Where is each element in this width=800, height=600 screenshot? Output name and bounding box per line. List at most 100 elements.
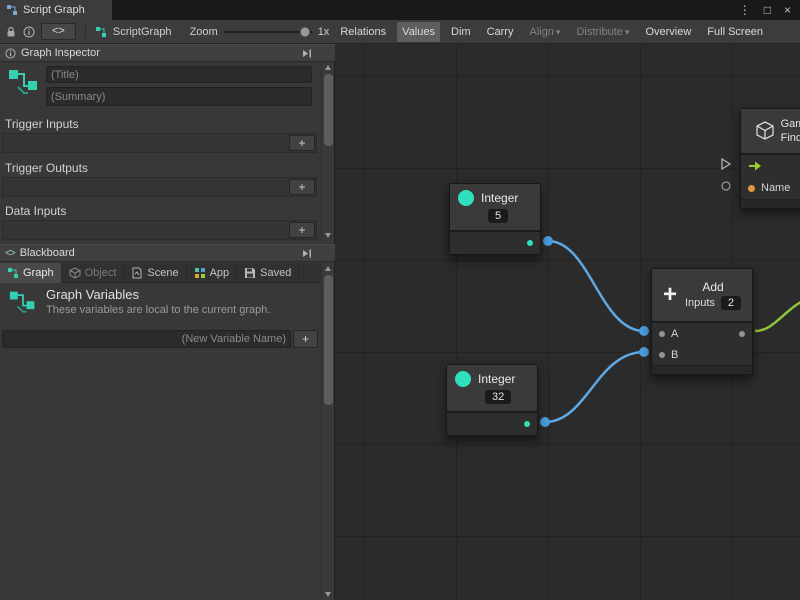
inspector-scrollbar[interactable] (321, 62, 334, 241)
graph-variables-icon (8, 289, 38, 317)
integer-literal-icon (455, 371, 471, 387)
tab-app[interactable]: App (187, 263, 238, 283)
node-add[interactable]: + Add Inputs 2 A B (651, 268, 753, 375)
close-icon[interactable]: × (784, 0, 791, 20)
zoom-slider-track[interactable] (224, 31, 312, 33)
script-graph-tab-icon (6, 4, 18, 16)
tab-scene[interactable]: Scene (124, 263, 186, 283)
wire-integer1-to-add-a[interactable] (548, 241, 644, 331)
node-title: Find (781, 132, 800, 144)
node-integer-2[interactable]: Integer 32 (446, 364, 538, 436)
port-dot-add-input-a[interactable] (639, 326, 649, 336)
add-variable-button[interactable]: + (293, 330, 318, 348)
left-sidebar: Graph Inspector Trigger Inputs + Trigger… (0, 44, 335, 600)
input-port-a-dot[interactable] (659, 331, 665, 337)
inspector-scrollbar-thumb[interactable] (324, 74, 333, 146)
graph-tab-icon (7, 267, 19, 279)
graph-title-input[interactable] (46, 66, 312, 83)
port-b-label: B (671, 349, 678, 361)
port-dot-integer2-output[interactable] (540, 417, 550, 427)
blackboard-header[interactable]: <> Blackboard (0, 244, 335, 262)
add-inputs-label: Inputs (685, 297, 715, 309)
window-menu-icon[interactable]: ⋮ (739, 0, 751, 20)
name-input-port-dot[interactable] (748, 185, 755, 192)
graph-canvas[interactable]: Integer 5 Integer 32 + (335, 44, 800, 600)
add-data-input-button[interactable]: + (289, 222, 315, 238)
code-view-button[interactable]: <> (41, 23, 76, 40)
node-find-game-object[interactable]: Game Object Find Name (740, 108, 800, 209)
scroll-up-icon[interactable] (325, 266, 331, 271)
dock-pin-icon[interactable] (302, 48, 313, 59)
output-port-dot[interactable] (524, 421, 530, 427)
zoom-label: Zoom (190, 26, 218, 38)
node-integer-1[interactable]: Integer 5 (449, 183, 541, 255)
blackboard-tabs: Graph Object Scene App Saved (0, 263, 321, 283)
tab-graph[interactable]: Graph (0, 263, 62, 283)
integer-value-badge[interactable]: 5 (488, 209, 508, 223)
maximize-icon[interactable]: □ (764, 0, 771, 20)
add-trigger-input-button[interactable]: + (289, 135, 315, 151)
trigger-outputs-list: + (2, 177, 317, 197)
name-port-row[interactable]: Name (741, 177, 800, 199)
control-input-port-icon[interactable] (722, 159, 730, 169)
tab-object-label: Object (85, 267, 117, 279)
full-screen-button[interactable]: Full Screen (702, 22, 768, 42)
output-port-dot[interactable] (739, 331, 745, 337)
scroll-down-icon[interactable] (325, 233, 331, 238)
dock-pin-icon[interactable] (302, 248, 313, 259)
overview-button[interactable]: Overview (640, 22, 696, 42)
tab-object[interactable]: Object (62, 263, 125, 283)
tab-graph-label: Graph (23, 267, 54, 279)
section-label-data-inputs: Data Inputs (5, 204, 66, 218)
values-toggle[interactable]: Values (397, 22, 440, 42)
section-label-trigger-outputs: Trigger Outputs (5, 161, 88, 175)
add-inputs-count[interactable]: 2 (721, 296, 741, 310)
tab-saved-label: Saved (260, 267, 291, 279)
graph-asset-name[interactable]: ScriptGraph (113, 26, 172, 38)
graph-asset-icon-large (7, 67, 41, 99)
port-a-label: A (671, 328, 678, 340)
output-port-dot[interactable] (527, 240, 533, 246)
align-label: Align (529, 26, 553, 38)
graph-summary-input[interactable] (46, 87, 312, 106)
lock-icon[interactable] (5, 26, 17, 38)
wire-integer2-to-add-b[interactable] (545, 352, 644, 422)
window-tab-script-graph[interactable]: Script Graph (0, 0, 112, 20)
info-icon[interactable] (23, 26, 35, 38)
distribute-label: Distribute (576, 26, 622, 38)
port-row-a[interactable]: A (652, 323, 752, 344)
value-input-port-icon[interactable] (722, 182, 730, 190)
window-tab-label: Script Graph (23, 4, 85, 16)
zoom-slider-knob[interactable] (300, 27, 310, 37)
graph-inspector-title: Graph Inspector (21, 47, 100, 59)
node-subtitle: Game Object (781, 118, 800, 130)
add-trigger-output-button[interactable]: + (289, 179, 315, 195)
add-node-icon: + (663, 283, 677, 307)
wire-add-output[interactable] (755, 302, 800, 331)
graph-toolbar: <> ScriptGraph Zoom 1x Relations Values … (0, 20, 800, 44)
node-footer (741, 199, 800, 208)
relations-toggle[interactable]: Relations (335, 22, 391, 42)
blackboard-icon: <> (5, 248, 15, 259)
input-port-b-dot[interactable] (659, 352, 665, 358)
port-dot-integer1-output[interactable] (543, 236, 553, 246)
control-flow-row[interactable] (741, 155, 800, 177)
tab-scene-label: Scene (147, 267, 178, 279)
tab-saved[interactable]: Saved (237, 263, 299, 283)
scroll-down-icon[interactable] (325, 592, 331, 597)
section-label-trigger-inputs: Trigger Inputs (5, 117, 79, 131)
node-title: Integer (481, 191, 518, 205)
graph-inspector-header[interactable]: Graph Inspector (0, 44, 335, 62)
port-row-b[interactable]: B (652, 344, 752, 365)
carry-toggle[interactable]: Carry (482, 22, 519, 42)
dim-toggle[interactable]: Dim (446, 22, 476, 42)
integer-value-badge[interactable]: 32 (485, 390, 511, 404)
distribute-dropdown: Distribute▾ (571, 22, 634, 42)
scroll-up-icon[interactable] (325, 65, 331, 70)
new-variable-input[interactable] (2, 330, 291, 348)
chevron-down-icon: ▾ (556, 27, 561, 37)
zoom-slider[interactable] (224, 25, 312, 39)
port-dot-add-input-b[interactable] (639, 347, 649, 357)
blackboard-scrollbar[interactable] (321, 263, 334, 600)
blackboard-scrollbar-thumb[interactable] (324, 275, 333, 405)
